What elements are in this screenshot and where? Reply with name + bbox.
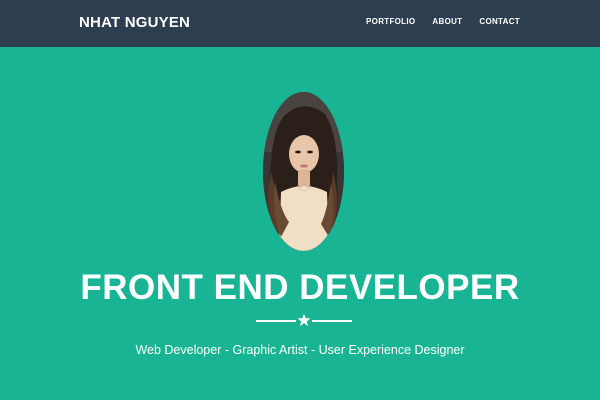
star-divider	[256, 313, 352, 329]
navbar: NHAT NGUYEN PORTFOLIO ABOUT CONTACT	[0, 0, 600, 47]
nav-link-portfolio[interactable]: PORTFOLIO	[366, 17, 415, 26]
divider-line-right	[312, 320, 352, 322]
nav-link-about[interactable]: ABOUT	[432, 17, 462, 26]
headline: FRONT END DEVELOPER	[80, 268, 520, 307]
hero-section: FRONT END DEVELOPER Web Developer - Grap…	[0, 47, 600, 400]
nav-link-contact[interactable]: CONTACT	[479, 17, 520, 26]
profile-photo	[263, 92, 344, 251]
star-icon	[297, 313, 311, 326]
brand-link[interactable]: NHAT NGUYEN	[79, 14, 190, 31]
divider-line-left	[256, 320, 296, 322]
subtitle: Web Developer - Graphic Artist - User Ex…	[135, 343, 465, 357]
nav-links: PORTFOLIO ABOUT CONTACT	[366, 17, 520, 26]
